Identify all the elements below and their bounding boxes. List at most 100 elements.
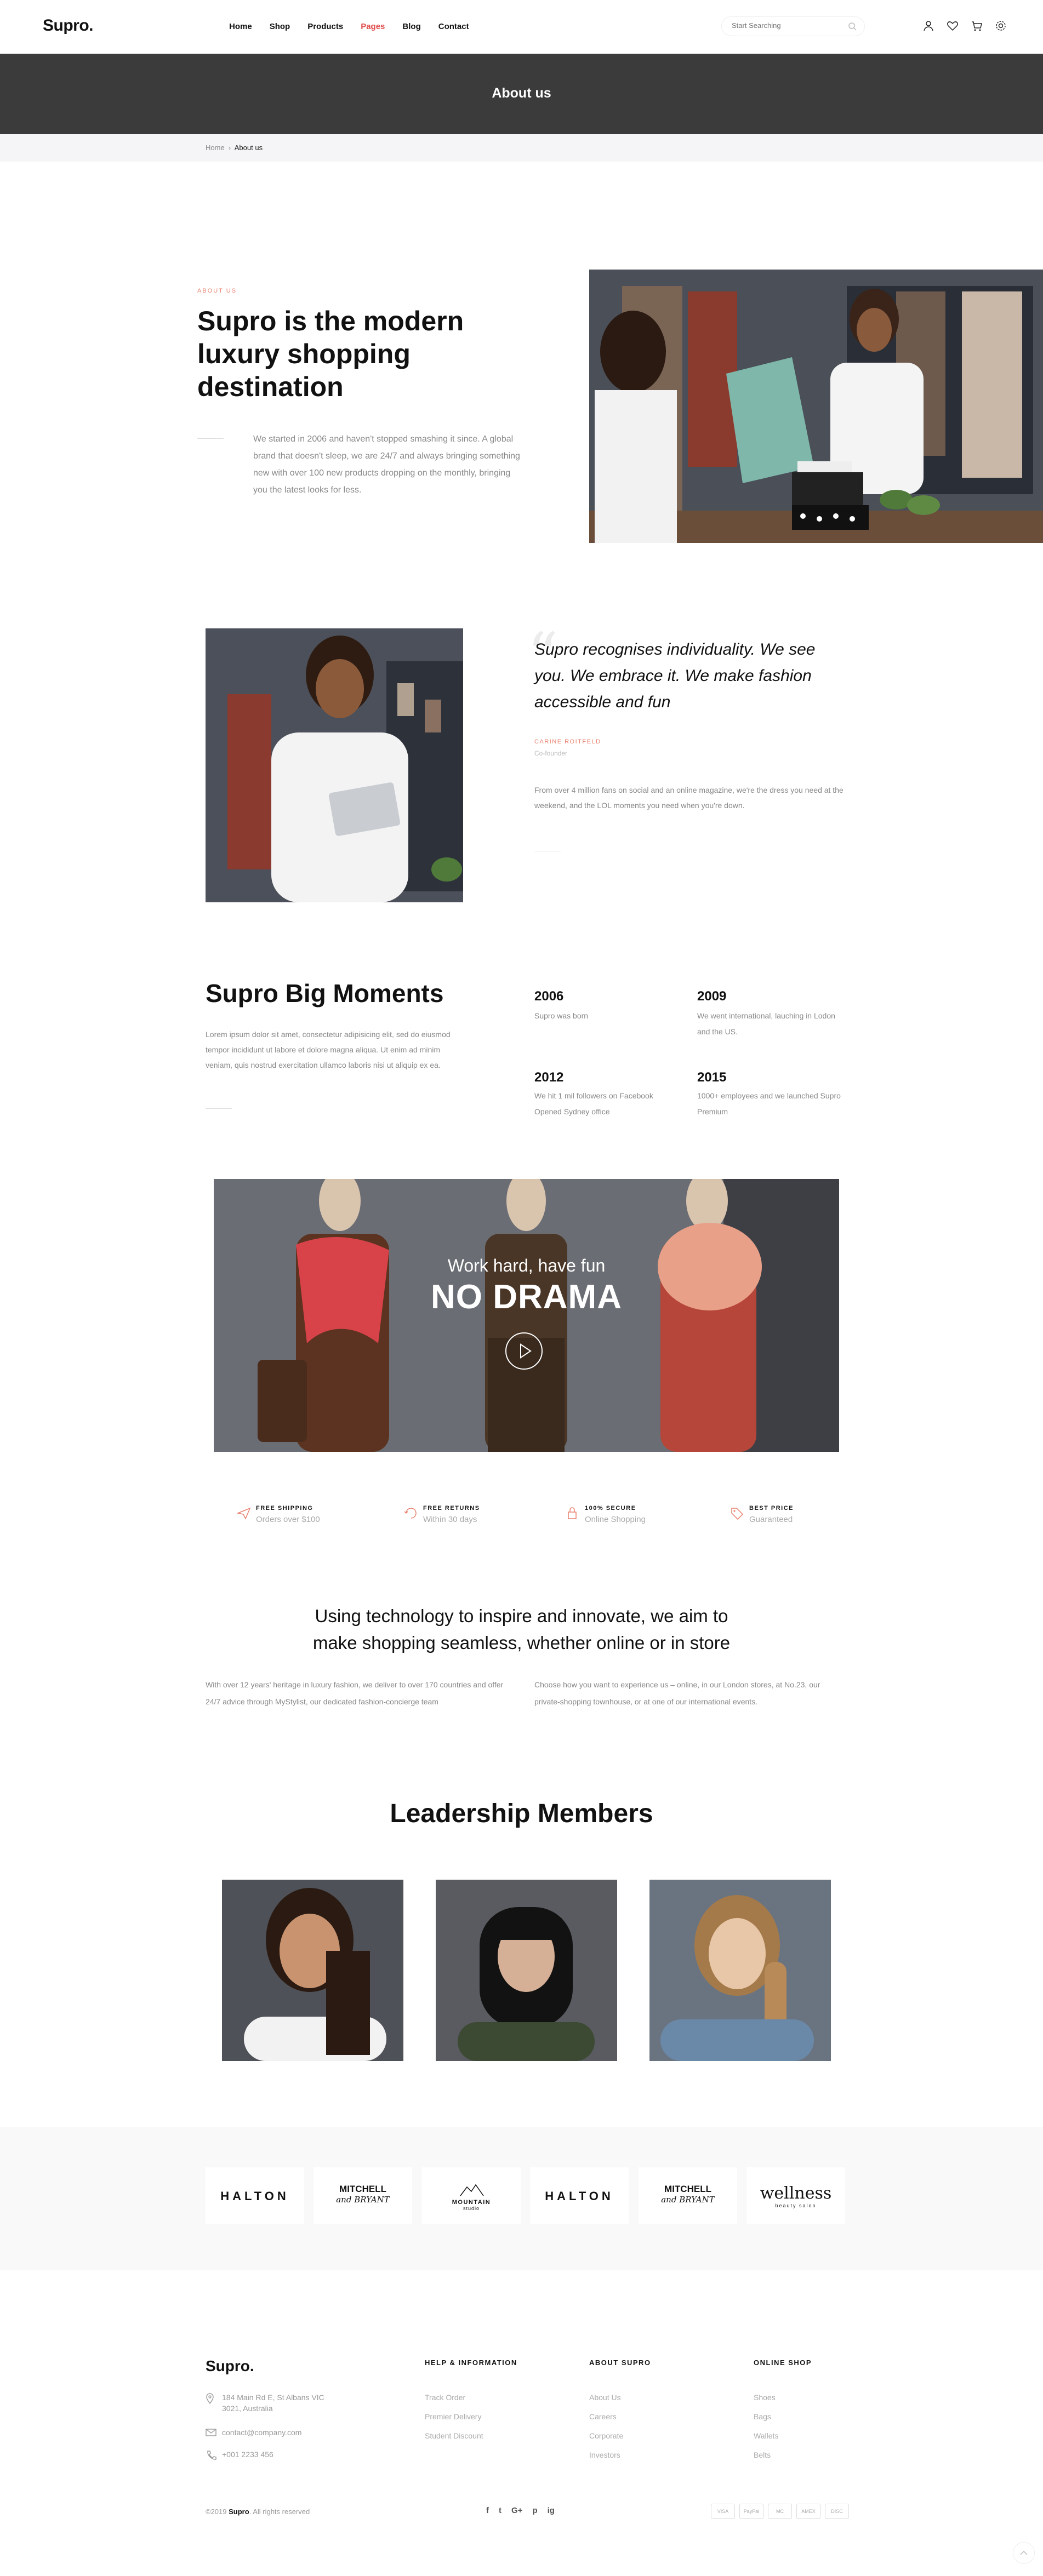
about-heading: Supro is the modern luxury shopping dest… <box>197 306 464 402</box>
footer-col-heading: ABOUT SUPRO <box>589 2359 651 2367</box>
brand-tagline: and BRYANT <box>661 2195 715 2205</box>
video-title: NO DRAMA <box>431 1278 622 1316</box>
brand-tagline: beauty salon <box>775 2203 817 2208</box>
breadcrumb-separator: › <box>226 144 235 152</box>
lock-icon <box>566 1507 580 1522</box>
quote-author: CARINE ROITFELD <box>534 739 601 745</box>
brand-logo[interactable]: MITCHELL and BRYANT <box>314 2167 412 2224</box>
visa-icon: VISA <box>711 2504 735 2519</box>
feature-subtitle: Orders over $100 <box>256 1515 320 1524</box>
about-body: We started in 2006 and haven't stopped s… <box>253 434 520 495</box>
logo[interactable]: Supro. <box>43 16 94 35</box>
breadcrumb: Home › About us <box>0 134 1043 162</box>
page-title-band: About us <box>0 54 1043 134</box>
heart-icon[interactable] <box>947 20 960 33</box>
copyright-suffix: . All rights reserved <box>249 2508 310 2516</box>
search-icon[interactable] <box>848 22 857 33</box>
brand-logo[interactable]: wellness beauty salon <box>746 2167 845 2224</box>
about-eyebrow: ABOUT US <box>197 288 237 294</box>
play-button[interactable] <box>505 1332 543 1370</box>
nav-products[interactable]: Products <box>307 22 343 31</box>
footer-link[interactable]: Student Discount <box>425 2431 483 2440</box>
settings-icon[interactable] <box>995 20 1008 33</box>
brand-logo[interactable]: HALTON <box>530 2167 629 2224</box>
footer-link[interactable]: About Us <box>589 2393 621 2402</box>
twitter-icon[interactable]: t <box>499 2506 501 2515</box>
discover-icon: DISC <box>825 2504 849 2519</box>
tag-icon <box>730 1507 744 1522</box>
quote-role: Co-founder <box>534 749 568 757</box>
email-text[interactable]: contact@company.com <box>222 2427 343 2438</box>
footer-link[interactable]: Premier Delivery <box>425 2412 481 2421</box>
moment-text: We went international, lauching in Lodon… <box>697 1011 835 1036</box>
footer-col-heading: HELP & INFORMATION <box>425 2359 517 2367</box>
feature-item: FREE SHIPPING Orders over $100 <box>236 1503 363 1527</box>
phone-icon <box>206 2450 216 2464</box>
feature-item: FREE RETURNS Within 30 days <box>404 1503 530 1527</box>
video-banner[interactable]: Work hard, have fun NO DRAMA <box>214 1179 839 1452</box>
footer-logo[interactable]: Supro. <box>206 2357 254 2375</box>
phone-text[interactable]: +001 2233 456 <box>222 2449 343 2460</box>
brands-band <box>0 2127 1043 2270</box>
member-photo <box>436 1880 617 2061</box>
brand-logo[interactable]: MITCHELL and BRYANT <box>639 2167 737 2224</box>
footer-link[interactable]: Belts <box>754 2451 771 2459</box>
google-plus-icon[interactable]: G+ <box>511 2506 522 2515</box>
nav-shop[interactable]: Shop <box>270 22 290 31</box>
footer-link[interactable]: Careers <box>589 2412 617 2421</box>
instagram-icon[interactable]: ig <box>548 2506 555 2515</box>
divider <box>197 438 224 439</box>
footer-link[interactable]: Investors <box>589 2451 620 2459</box>
nav-contact[interactable]: Contact <box>438 22 469 31</box>
footer-link[interactable]: Corporate <box>589 2431 623 2440</box>
return-icon <box>404 1507 418 1522</box>
footer-link[interactable]: Shoes <box>754 2393 776 2402</box>
member-photo <box>649 1880 831 2061</box>
mission-right-text: Choose how you want to experience us – o… <box>534 1680 820 1706</box>
plane-icon <box>236 1507 251 1522</box>
address-text: 184 Main Rd E, St Albans VIC 3021, Austr… <box>222 2393 324 2413</box>
founder-photo <box>206 628 463 902</box>
chevron-up-icon <box>1020 2550 1028 2555</box>
user-icon[interactable] <box>922 20 936 33</box>
nav-pages[interactable]: Pages <box>361 22 385 31</box>
brand-name: MITCHELL <box>664 2184 711 2194</box>
feature-title: BEST PRICE <box>749 1505 794 1512</box>
video-subtitle: Work hard, have fun <box>447 1256 606 1275</box>
quote-text: Supro recognises individuality. We see y… <box>534 640 816 711</box>
footer-link[interactable]: Wallets <box>754 2431 778 2440</box>
cart-icon[interactable] <box>971 20 984 33</box>
amex-icon: AMEX <box>796 2504 820 2519</box>
facebook-icon[interactable]: f <box>486 2506 489 2515</box>
payment-methods: VISA PayPal MC AMEX DISC <box>711 2504 849 2519</box>
back-to-top-button[interactable] <box>1013 2542 1035 2564</box>
pinterest-icon[interactable]: p <box>532 2506 537 2515</box>
feature-item: BEST PRICE Guaranteed <box>730 1503 856 1527</box>
feature-title: FREE SHIPPING <box>256 1505 314 1512</box>
leadership-heading: Leadership Members <box>390 1799 653 1828</box>
moment-text: 1000+ employees and we launched Supro Pr… <box>697 1091 841 1116</box>
mission-heading-text: Using technology to inspire and innovate… <box>312 1606 731 1653</box>
brand-logo[interactable]: HALTON <box>206 2167 304 2224</box>
header-actions <box>922 20 1008 33</box>
mission-left-text: With over 12 years' heritage in luxury f… <box>206 1680 504 1706</box>
social-links: f t G+ p ig <box>486 2506 555 2515</box>
feature-item: 100% SECURE Online Shopping <box>566 1503 692 1527</box>
footer-col-heading: ONLINE SHOP <box>754 2359 812 2367</box>
footer-link[interactable]: Track Order <box>425 2393 465 2402</box>
nav-blog[interactable]: Blog <box>402 22 420 31</box>
member-photo <box>222 1880 403 2061</box>
page: Supro. Home Shop Products Pages Blog Con… <box>0 0 1043 2576</box>
brand-name: HALTON <box>220 2189 289 2203</box>
breadcrumb-current: About us <box>234 144 263 152</box>
copyright-year: ©2019 <box>206 2508 227 2516</box>
brand-tagline: studio <box>463 2206 480 2211</box>
breadcrumb-home[interactable]: Home <box>206 144 225 152</box>
search-input[interactable] <box>732 21 841 30</box>
feature-title: 100% SECURE <box>585 1505 636 1512</box>
brand-logo[interactable]: MOUNTAIN studio <box>422 2167 521 2224</box>
nav-home[interactable]: Home <box>229 22 252 31</box>
footer-link[interactable]: Bags <box>754 2412 771 2421</box>
mastercard-icon: MC <box>768 2504 792 2519</box>
brand-name: MOUNTAIN <box>452 2199 491 2206</box>
